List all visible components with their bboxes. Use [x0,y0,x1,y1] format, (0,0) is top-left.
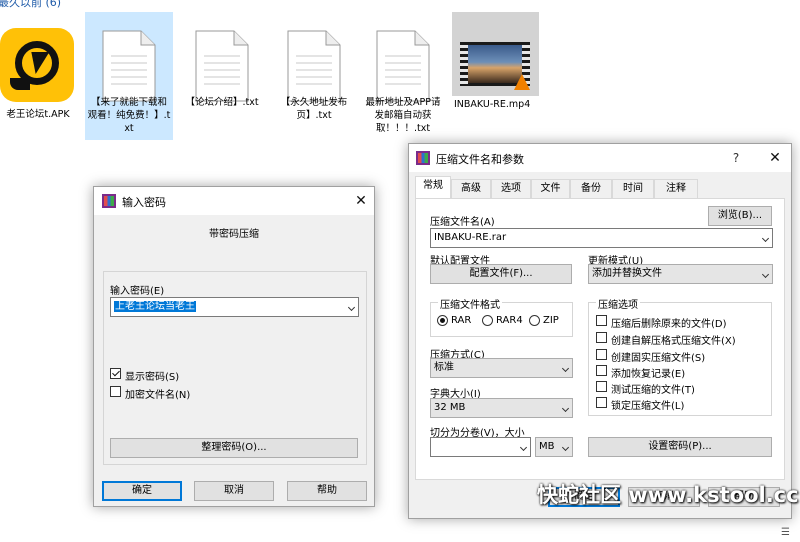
format-rar-radio[interactable] [437,315,448,326]
view-toggle-icon[interactable]: ☰ [781,527,790,538]
archive-name-input[interactable]: INBAKU-RE.rar [430,228,773,248]
tab-time[interactable]: 时间 [612,179,654,198]
text-file-icon [376,30,430,102]
add-recovery-record-label[interactable]: 添加恢复记录(E) [611,365,685,380]
password-dialog-heading: 带密码压缩 [209,229,259,240]
delete-after-archiving-label[interactable]: 压缩后删除原来的文件(D) [611,315,727,330]
format-rar4-label[interactable]: RAR4 [496,315,523,326]
cancel-button[interactable]: 取消 [194,481,274,501]
update-mode-value: 添加并替换文件 [592,268,662,279]
winrar-icon [102,194,116,208]
password-input[interactable]: 上老王论坛当老王 [110,297,359,317]
update-mode-select[interactable]: 添加并替换文件 [588,264,773,284]
explorer-section-header[interactable]: 最久以前 (6) [0,0,61,10]
organize-passwords-button[interactable]: 整理密码(O)... [110,438,358,458]
lock-archive-checkbox[interactable] [596,397,607,408]
tab-comment[interactable]: 注释 [654,179,698,198]
watermark-text: 快蛇社区 www.kstool.cc [537,483,799,507]
dialog-title: 输入密码 [122,196,166,209]
archive-dialog-titlebar[interactable]: 压缩文件名和参数 ? ✕ [409,144,791,172]
show-password-checkbox[interactable] [110,368,121,379]
file-name: INBAKU-RE.mp4 [454,99,531,110]
password-dialog-titlebar[interactable]: 输入密码 ✕ [94,187,374,215]
close-icon[interactable]: ✕ [764,147,786,169]
file-name: 【永久地址发布页】.txt [280,97,348,121]
format-zip-radio[interactable] [529,315,540,326]
show-password-label[interactable]: 显示密码(S) [125,368,179,383]
tab-advanced[interactable]: 高级 [451,179,491,198]
file-name: 【来了就能下载和观看！纯免费！】.txt [87,97,171,134]
password-label: 输入密码(E) [110,286,165,297]
tab-backup[interactable]: 备份 [570,179,612,198]
text-file-icon [287,30,341,102]
password-value: 上老王论坛当老王 [114,301,196,312]
chevron-down-icon[interactable] [761,234,770,243]
create-sfx-label[interactable]: 创建自解压格式压缩文件(X) [611,332,736,347]
close-icon[interactable]: ✕ [350,190,372,212]
chevron-down-icon [761,270,770,279]
chevron-down-icon[interactable] [519,443,528,452]
split-unit-select[interactable]: MB [535,437,573,457]
help-button[interactable]: 帮助 [287,481,367,501]
tab-general[interactable]: 常规 [415,176,451,199]
dialog-title: 压缩文件名和参数 [436,153,524,166]
archive-format-title: 压缩文件格式 [438,296,502,311]
tab-options[interactable]: 选项 [491,179,531,198]
create-solid-label[interactable]: 创建固实压缩文件(S) [611,349,705,364]
add-recovery-record-checkbox[interactable] [596,365,607,376]
split-size-input[interactable] [430,437,531,457]
file-item-txt-latest[interactable]: 最新地址及APP请发邮箱自动获取！！！.txt [362,12,444,140]
file-name: 老王论坛t.APK [6,109,70,120]
chevron-down-icon [561,364,570,373]
ok-button[interactable]: 确定 [102,481,182,501]
test-archived-files-checkbox[interactable] [596,381,607,392]
file-item-txt-permanent[interactable]: 【永久地址发布页】.txt [272,12,356,140]
compression-method-value: 标准 [434,362,454,373]
format-rar-label[interactable]: RAR [451,315,471,326]
file-item-mp4[interactable]: INBAKU-RE.mp4 [452,12,539,110]
format-zip-label[interactable]: ZIP [543,315,559,326]
test-archived-files-label[interactable]: 测试压缩的文件(T) [611,381,695,396]
tab-files[interactable]: 文件 [531,179,570,198]
split-unit-value: MB [539,441,555,452]
set-password-button[interactable]: 设置密码(P)... [588,437,772,457]
compression-method-select[interactable]: 标准 [430,358,573,378]
delete-after-archiving-checkbox[interactable] [596,315,607,326]
chevron-down-icon[interactable] [347,303,356,312]
dictionary-size-value: 32 MB [434,402,466,413]
file-item-txt-intro[interactable]: 【论坛介绍】.txt [180,12,264,140]
create-sfx-checkbox[interactable] [596,332,607,343]
apk-app-icon [0,28,74,102]
browse-button[interactable]: 浏览(B)... [708,206,772,226]
archive-name-label: 压缩文件名(A) [430,217,495,228]
vlc-icon [514,74,530,90]
archive-name-value: INBAKU-RE.rar [434,232,507,243]
chevron-down-icon [561,404,570,413]
file-item-txt-free[interactable]: 【来了就能下载和观看！纯免费！】.txt [85,12,173,140]
chevron-down-icon [561,443,570,452]
file-item-apk[interactable]: 老王论坛t.APK [0,12,76,140]
file-name: 【论坛介绍】.txt [185,97,259,108]
create-solid-checkbox[interactable] [596,349,607,360]
archive-options-title: 压缩选项 [596,296,640,311]
encrypt-filenames-checkbox[interactable] [110,386,121,397]
file-name: 最新地址及APP请发邮箱自动获取！！！.txt [365,97,441,134]
dictionary-size-select[interactable]: 32 MB [430,398,573,418]
winrar-icon [416,151,430,165]
format-rar4-radio[interactable] [482,315,493,326]
help-icon[interactable]: ? [725,147,747,169]
password-dialog: 输入密码 ✕ 带密码压缩 输入密码(E) 上老王论坛当老王 显示密码(S) 加密… [93,186,375,507]
encrypt-filenames-label[interactable]: 加密文件名(N) [125,386,190,401]
text-file-icon [195,30,249,102]
profiles-button[interactable]: 配置文件(F)... [430,264,572,284]
text-file-icon [102,30,156,102]
lock-archive-label[interactable]: 锁定压缩文件(L) [611,397,684,412]
